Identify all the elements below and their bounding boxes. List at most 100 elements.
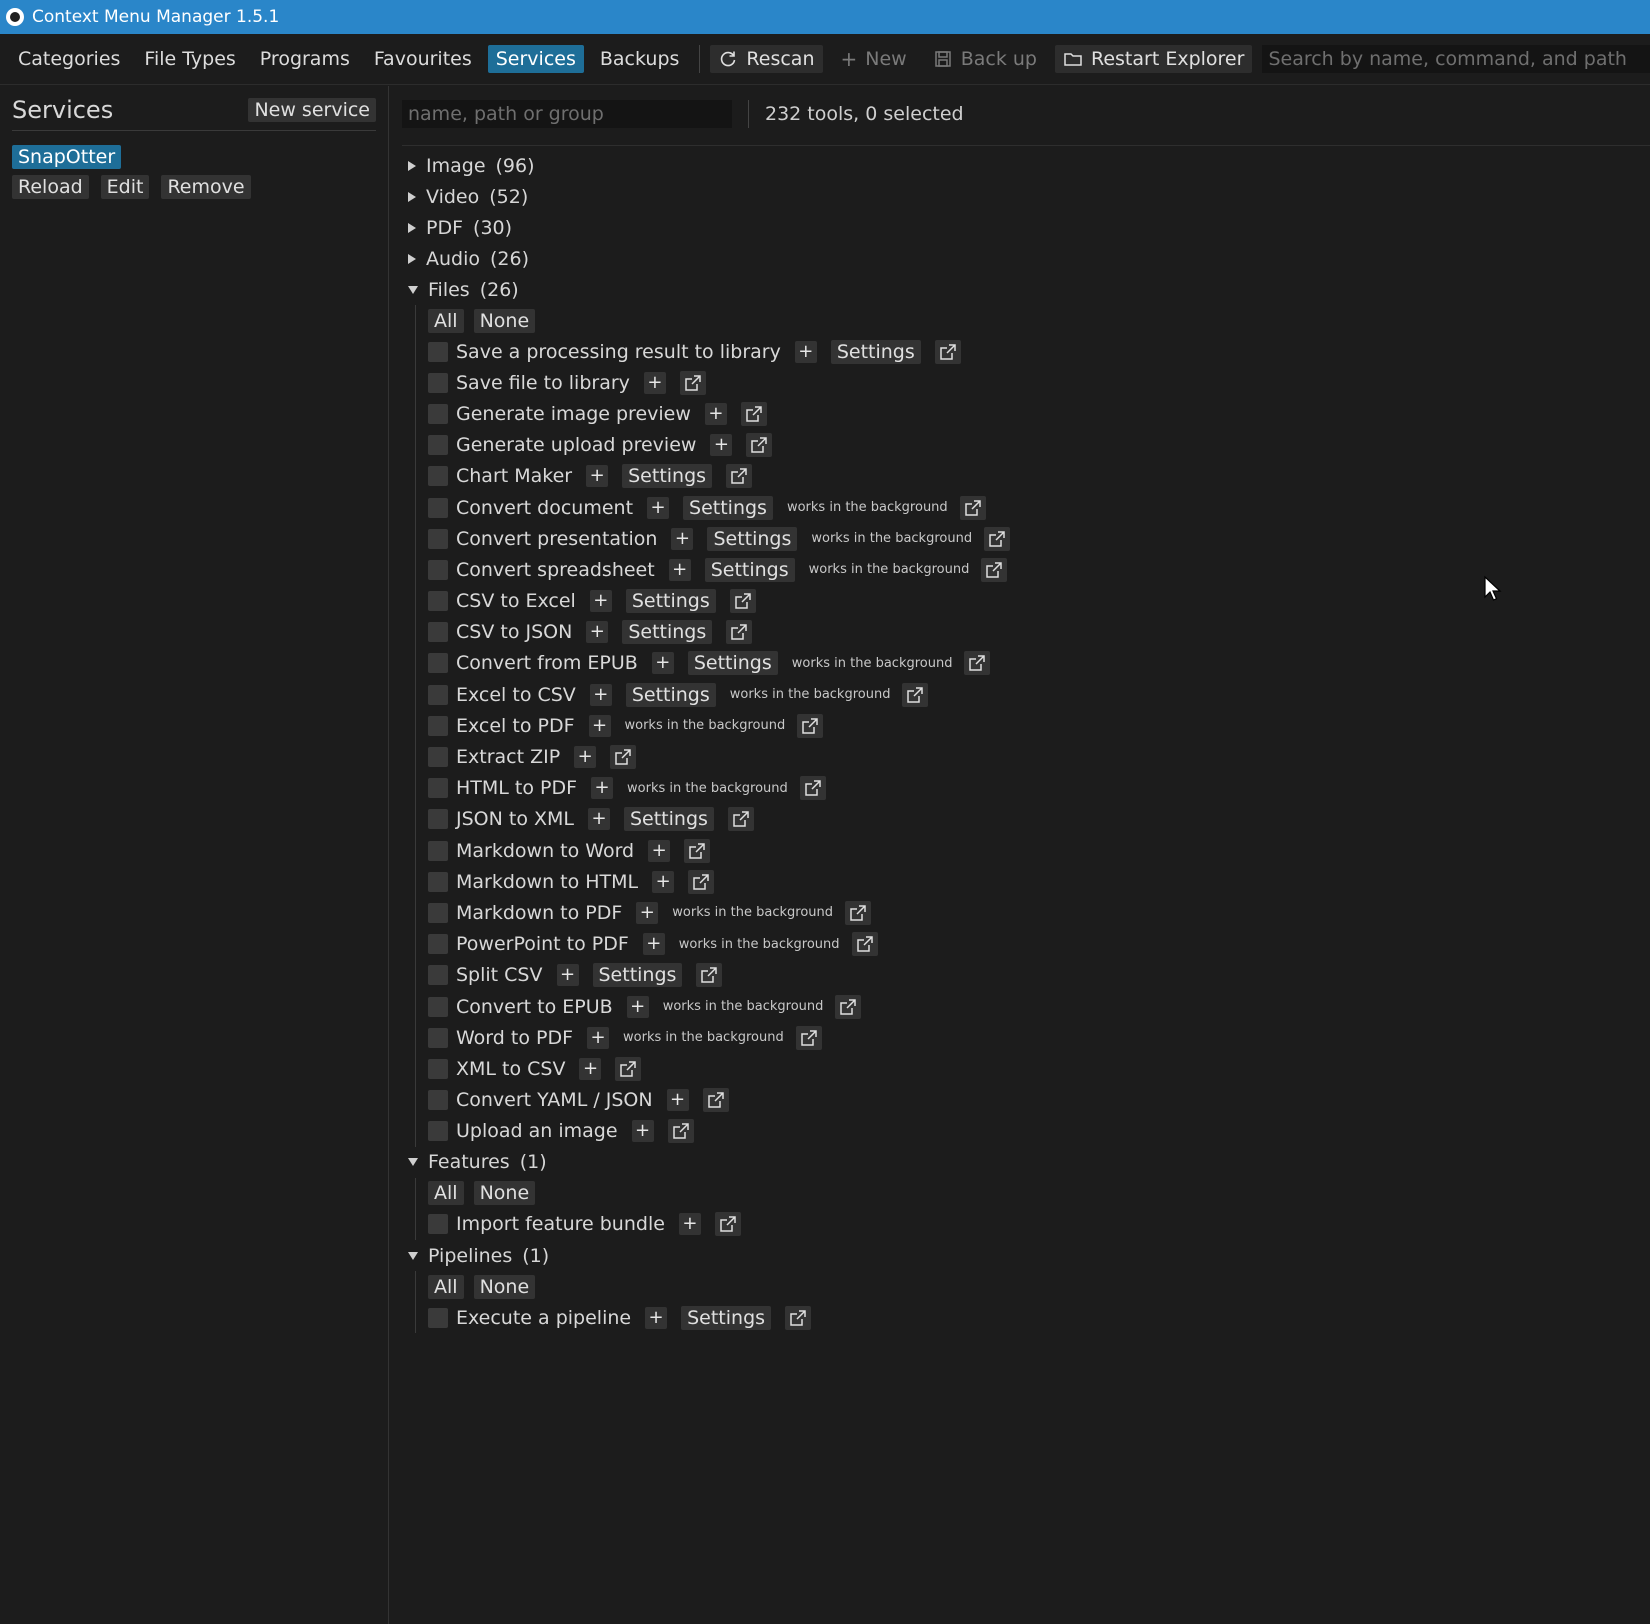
settings-button[interactable]: Settings: [623, 807, 714, 832]
add-plus-icon[interactable]: +: [794, 340, 817, 363]
tool-checkbox[interactable]: [428, 809, 448, 830]
select-none-button[interactable]: None: [473, 308, 536, 333]
open-external-icon[interactable]: [726, 620, 753, 645]
category-audio[interactable]: Audio (26): [408, 243, 1608, 274]
tool-checkbox[interactable]: [428, 684, 448, 705]
add-plus-icon[interactable]: +: [588, 714, 611, 737]
settings-button[interactable]: Settings: [622, 620, 713, 645]
category-features[interactable]: Features (1): [408, 1147, 1608, 1178]
tool-checkbox[interactable]: [428, 466, 448, 487]
open-external-icon[interactable]: [981, 557, 1008, 582]
settings-button[interactable]: Settings: [830, 339, 921, 364]
add-plus-icon[interactable]: +: [648, 839, 671, 862]
add-plus-icon[interactable]: +: [586, 621, 609, 644]
tool-checkbox[interactable]: [428, 528, 448, 549]
new-button[interactable]: + New: [833, 44, 915, 74]
add-plus-icon[interactable]: +: [589, 683, 612, 706]
tool-checkbox[interactable]: [428, 902, 448, 923]
open-external-icon[interactable]: [727, 807, 754, 832]
open-external-icon[interactable]: [785, 1305, 812, 1330]
tool-checkbox[interactable]: [428, 622, 448, 643]
open-external-icon[interactable]: [984, 526, 1011, 551]
tool-checkbox[interactable]: [428, 996, 448, 1017]
tab-categories[interactable]: Categories: [10, 45, 128, 73]
open-external-icon[interactable]: [667, 1119, 694, 1144]
tool-checkbox[interactable]: [428, 1058, 448, 1079]
open-external-icon[interactable]: [902, 682, 929, 707]
add-plus-icon[interactable]: +: [704, 402, 727, 425]
open-external-icon[interactable]: [746, 433, 773, 458]
settings-button[interactable]: Settings: [625, 682, 716, 707]
open-external-icon[interactable]: [684, 838, 711, 863]
add-plus-icon[interactable]: +: [642, 933, 665, 956]
open-external-icon[interactable]: [688, 869, 715, 894]
new-service-button[interactable]: New service: [248, 98, 376, 122]
settings-button[interactable]: Settings: [683, 495, 773, 520]
tool-checkbox[interactable]: [428, 653, 448, 674]
open-external-icon[interactable]: [835, 994, 862, 1019]
settings-button[interactable]: Settings: [681, 1305, 772, 1330]
add-plus-icon[interactable]: +: [587, 808, 610, 831]
tool-checkbox[interactable]: [428, 403, 448, 424]
add-plus-icon[interactable]: +: [579, 1057, 602, 1080]
tool-checkbox[interactable]: [428, 747, 448, 768]
open-external-icon[interactable]: [799, 776, 826, 801]
category-files[interactable]: Files (26): [408, 274, 1608, 305]
restart-explorer-button[interactable]: Restart Explorer: [1055, 45, 1253, 73]
add-plus-icon[interactable]: +: [586, 465, 609, 488]
select-all-button[interactable]: All: [428, 1274, 464, 1299]
tool-checkbox[interactable]: [428, 871, 448, 892]
tool-checkbox[interactable]: [428, 715, 448, 736]
add-plus-icon[interactable]: +: [647, 496, 670, 519]
caret-down-icon[interactable]: [408, 285, 418, 294]
select-all-button[interactable]: All: [428, 1181, 464, 1206]
edit-button[interactable]: Edit: [100, 175, 150, 199]
open-external-icon[interactable]: [964, 651, 991, 676]
add-plus-icon[interactable]: +: [666, 1089, 689, 1112]
open-external-icon[interactable]: [845, 900, 872, 925]
add-plus-icon[interactable]: +: [636, 901, 659, 924]
add-plus-icon[interactable]: +: [710, 434, 733, 457]
tool-checkbox[interactable]: [428, 840, 448, 861]
open-external-icon[interactable]: [714, 1212, 741, 1237]
category-pdf[interactable]: PDF (30): [408, 212, 1608, 243]
select-all-button[interactable]: All: [428, 308, 464, 333]
open-external-icon[interactable]: [726, 464, 753, 489]
tool-checkbox[interactable]: [428, 965, 448, 986]
tool-checkbox[interactable]: [428, 341, 448, 362]
tool-checkbox[interactable]: [428, 1214, 448, 1235]
tool-checkbox[interactable]: [428, 1027, 448, 1048]
tool-checkbox[interactable]: [428, 559, 448, 580]
caret-right-icon[interactable]: [408, 160, 416, 171]
reload-button[interactable]: Reload: [12, 175, 89, 199]
tool-checkbox[interactable]: [428, 435, 448, 456]
open-external-icon[interactable]: [934, 339, 961, 364]
tab-file-types[interactable]: File Types: [136, 45, 243, 73]
global-search-input[interactable]: [1262, 45, 1650, 73]
settings-button[interactable]: Settings: [625, 589, 716, 614]
tool-checkbox[interactable]: [428, 934, 448, 955]
tool-filter-input[interactable]: [402, 100, 732, 128]
open-external-icon[interactable]: [797, 713, 824, 738]
tab-favourites[interactable]: Favourites: [366, 45, 480, 73]
tab-backups[interactable]: Backups: [592, 45, 688, 73]
settings-button[interactable]: Settings: [687, 651, 778, 676]
remove-button[interactable]: Remove: [161, 175, 251, 199]
category-image[interactable]: Image (96): [408, 150, 1608, 181]
add-plus-icon[interactable]: +: [643, 371, 666, 394]
tool-checkbox[interactable]: [428, 1307, 448, 1328]
category-video[interactable]: Video (52): [408, 181, 1608, 212]
add-plus-icon[interactable]: +: [591, 777, 614, 800]
open-external-icon[interactable]: [740, 401, 767, 426]
open-external-icon[interactable]: [696, 963, 723, 988]
caret-down-icon[interactable]: [408, 1158, 418, 1167]
add-plus-icon[interactable]: +: [652, 870, 675, 893]
tool-checkbox[interactable]: [428, 778, 448, 799]
add-plus-icon[interactable]: +: [587, 1026, 610, 1049]
caret-right-icon[interactable]: [408, 253, 416, 264]
open-external-icon[interactable]: [729, 589, 756, 614]
settings-button[interactable]: Settings: [622, 464, 713, 489]
tab-services[interactable]: Services: [487, 45, 584, 73]
select-none-button[interactable]: None: [473, 1274, 536, 1299]
open-external-icon[interactable]: [851, 932, 878, 957]
